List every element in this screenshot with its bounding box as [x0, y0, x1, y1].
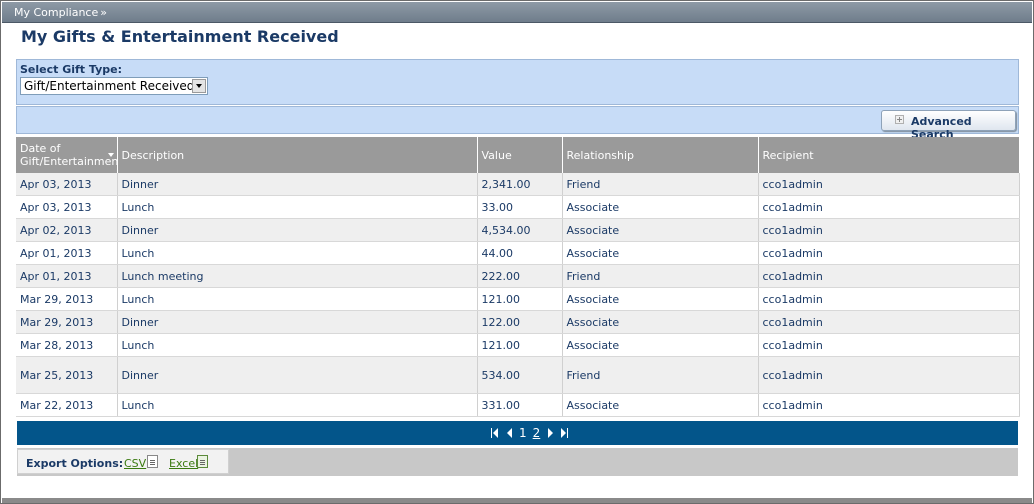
cell-date: Apr 03, 2013 [16, 195, 118, 219]
table-row[interactable]: Mar 25, 2013 Dinner 534.00 Friend cco1ad… [16, 356, 1020, 394]
cell-recipient: cco1admin [758, 287, 1020, 311]
cell-date: Apr 01, 2013 [16, 241, 118, 265]
cell-date: Mar 29, 2013 [16, 310, 118, 334]
cell-recipient: cco1admin [758, 173, 1020, 196]
cell-description: Lunch [117, 241, 478, 265]
column-header-date[interactable]: Date of Gift/Entertainment [16, 137, 123, 173]
cell-relationship: Friend [562, 173, 759, 196]
cell-description: Dinner [117, 173, 478, 196]
cell-date: Apr 02, 2013 [16, 218, 118, 242]
cell-relationship: Associate [562, 393, 759, 417]
cell-description: Lunch [117, 287, 478, 311]
csv-file-icon[interactable] [147, 455, 158, 468]
cell-date: Apr 01, 2013 [16, 264, 118, 288]
toolbar: Advanced Search [16, 106, 1019, 141]
breadcrumb-my-compliance[interactable]: My Compliance [14, 6, 98, 19]
cell-description: Lunch meeting [117, 264, 478, 288]
pager: 1 2 [17, 421, 1018, 445]
cell-description: Dinner [117, 356, 478, 394]
cell-recipient: cco1admin [758, 333, 1020, 357]
next-page-icon[interactable] [546, 428, 554, 438]
column-header-value[interactable]: Value [477, 137, 563, 173]
export-excel-link[interactable]: Excel [169, 457, 198, 470]
chevron-down-icon[interactable] [192, 79, 206, 93]
cell-relationship: Associate [562, 287, 759, 311]
cell-recipient: cco1admin [758, 218, 1020, 242]
page-number-1[interactable]: 1 [519, 426, 527, 440]
export-options-label: Export Options: [26, 457, 124, 470]
cell-value: 534.00 [477, 356, 563, 394]
table-header-row: Date of Gift/Entertainment Description V… [16, 137, 1020, 173]
table-row[interactable]: Mar 29, 2013 Dinner 122.00 Associate cco… [16, 310, 1020, 334]
first-page-icon[interactable] [491, 428, 499, 438]
cell-recipient: cco1admin [758, 241, 1020, 265]
gifts-table: Date of Gift/Entertainment Description V… [16, 137, 1020, 417]
cell-relationship: Associate [562, 310, 759, 334]
advanced-search-button[interactable]: Advanced Search [881, 110, 1016, 141]
page-number-2[interactable]: 2 [533, 426, 541, 440]
cell-date: Mar 22, 2013 [16, 393, 118, 417]
cell-value: 2,341.00 [477, 173, 563, 196]
cell-date: Mar 25, 2013 [16, 356, 118, 394]
cell-date: Apr 03, 2013 [16, 173, 118, 196]
export-csv-link[interactable]: CSV [124, 457, 146, 470]
expand-plus-icon [895, 115, 904, 124]
table-row[interactable]: Apr 01, 2013 Lunch 44.00 Associate cco1a… [16, 241, 1020, 265]
bottom-border [2, 498, 1032, 503]
cell-recipient: cco1admin [758, 264, 1020, 288]
cell-recipient: cco1admin [758, 393, 1020, 417]
cell-value: 33.00 [477, 195, 563, 219]
column-header-recipient[interactable]: Recipient [758, 137, 1020, 173]
excel-file-icon[interactable] [197, 455, 208, 468]
cell-relationship: Friend [562, 356, 759, 394]
column-header-description[interactable]: Description [117, 137, 478, 173]
gift-type-select[interactable]: Gift/Entertainment Received [20, 77, 208, 95]
export-options: Export Options: CSV Excel [17, 449, 229, 474]
table-row[interactable]: Mar 29, 2013 Lunch 121.00 Associate cco1… [16, 287, 1020, 311]
cell-relationship: Associate [562, 195, 759, 219]
column-header-relationship[interactable]: Relationship [562, 137, 759, 173]
cell-description: Lunch [117, 195, 478, 219]
cell-description: Dinner [117, 310, 478, 334]
breadcrumb[interactable]: My Compliance» [14, 6, 107, 19]
cell-date: Mar 29, 2013 [16, 287, 118, 311]
app-window: My Compliance» My Gifts & Entertainment … [0, 0, 1034, 504]
cell-recipient: cco1admin [758, 356, 1020, 394]
cell-description: Lunch [117, 333, 478, 357]
cell-recipient: cco1admin [758, 195, 1020, 219]
table-row[interactable]: Apr 01, 2013 Lunch meeting 222.00 Friend… [16, 264, 1020, 288]
cell-relationship: Friend [562, 264, 759, 288]
top-bar: My Compliance» [2, 2, 1032, 23]
cell-value: 44.00 [477, 241, 563, 265]
cell-value: 121.00 [477, 333, 563, 357]
sort-descending-icon [107, 153, 114, 157]
cell-value: 121.00 [477, 287, 563, 311]
cell-description: Dinner [117, 218, 478, 242]
cell-relationship: Associate [562, 333, 759, 357]
table-row[interactable]: Mar 28, 2013 Lunch 121.00 Associate cco1… [16, 333, 1020, 357]
cell-value: 122.00 [477, 310, 563, 334]
export-bar: Export Options: CSV Excel [17, 448, 1018, 476]
gift-type-selected-value: Gift/Entertainment Received [24, 79, 195, 93]
table-row[interactable]: Mar 22, 2013 Lunch 331.00 Associate cco1… [16, 393, 1020, 417]
last-page-icon[interactable] [560, 428, 569, 438]
cell-recipient: cco1admin [758, 310, 1020, 334]
pager-controls: 1 2 [491, 426, 569, 440]
cell-value: 222.00 [477, 264, 563, 288]
gift-type-label: Select Gift Type: [20, 63, 122, 76]
cell-value: 4,534.00 [477, 218, 563, 242]
page-title: My Gifts & Entertainment Received [21, 27, 339, 46]
table-row[interactable]: Apr 03, 2013 Dinner 2,341.00 Friend cco1… [16, 173, 1020, 196]
breadcrumb-arrow-icon: » [100, 6, 107, 19]
previous-page-icon[interactable] [505, 428, 513, 438]
table-row[interactable]: Apr 02, 2013 Dinner 4,534.00 Associate c… [16, 218, 1020, 242]
cell-relationship: Associate [562, 241, 759, 265]
cell-value: 331.00 [477, 393, 563, 417]
cell-relationship: Associate [562, 218, 759, 242]
cell-description: Lunch [117, 393, 478, 417]
table-row[interactable]: Apr 03, 2013 Lunch 33.00 Associate cco1a… [16, 195, 1020, 219]
gift-type-filter: Select Gift Type: Gift/Entertainment Rec… [16, 59, 1019, 105]
cell-date: Mar 28, 2013 [16, 333, 118, 357]
